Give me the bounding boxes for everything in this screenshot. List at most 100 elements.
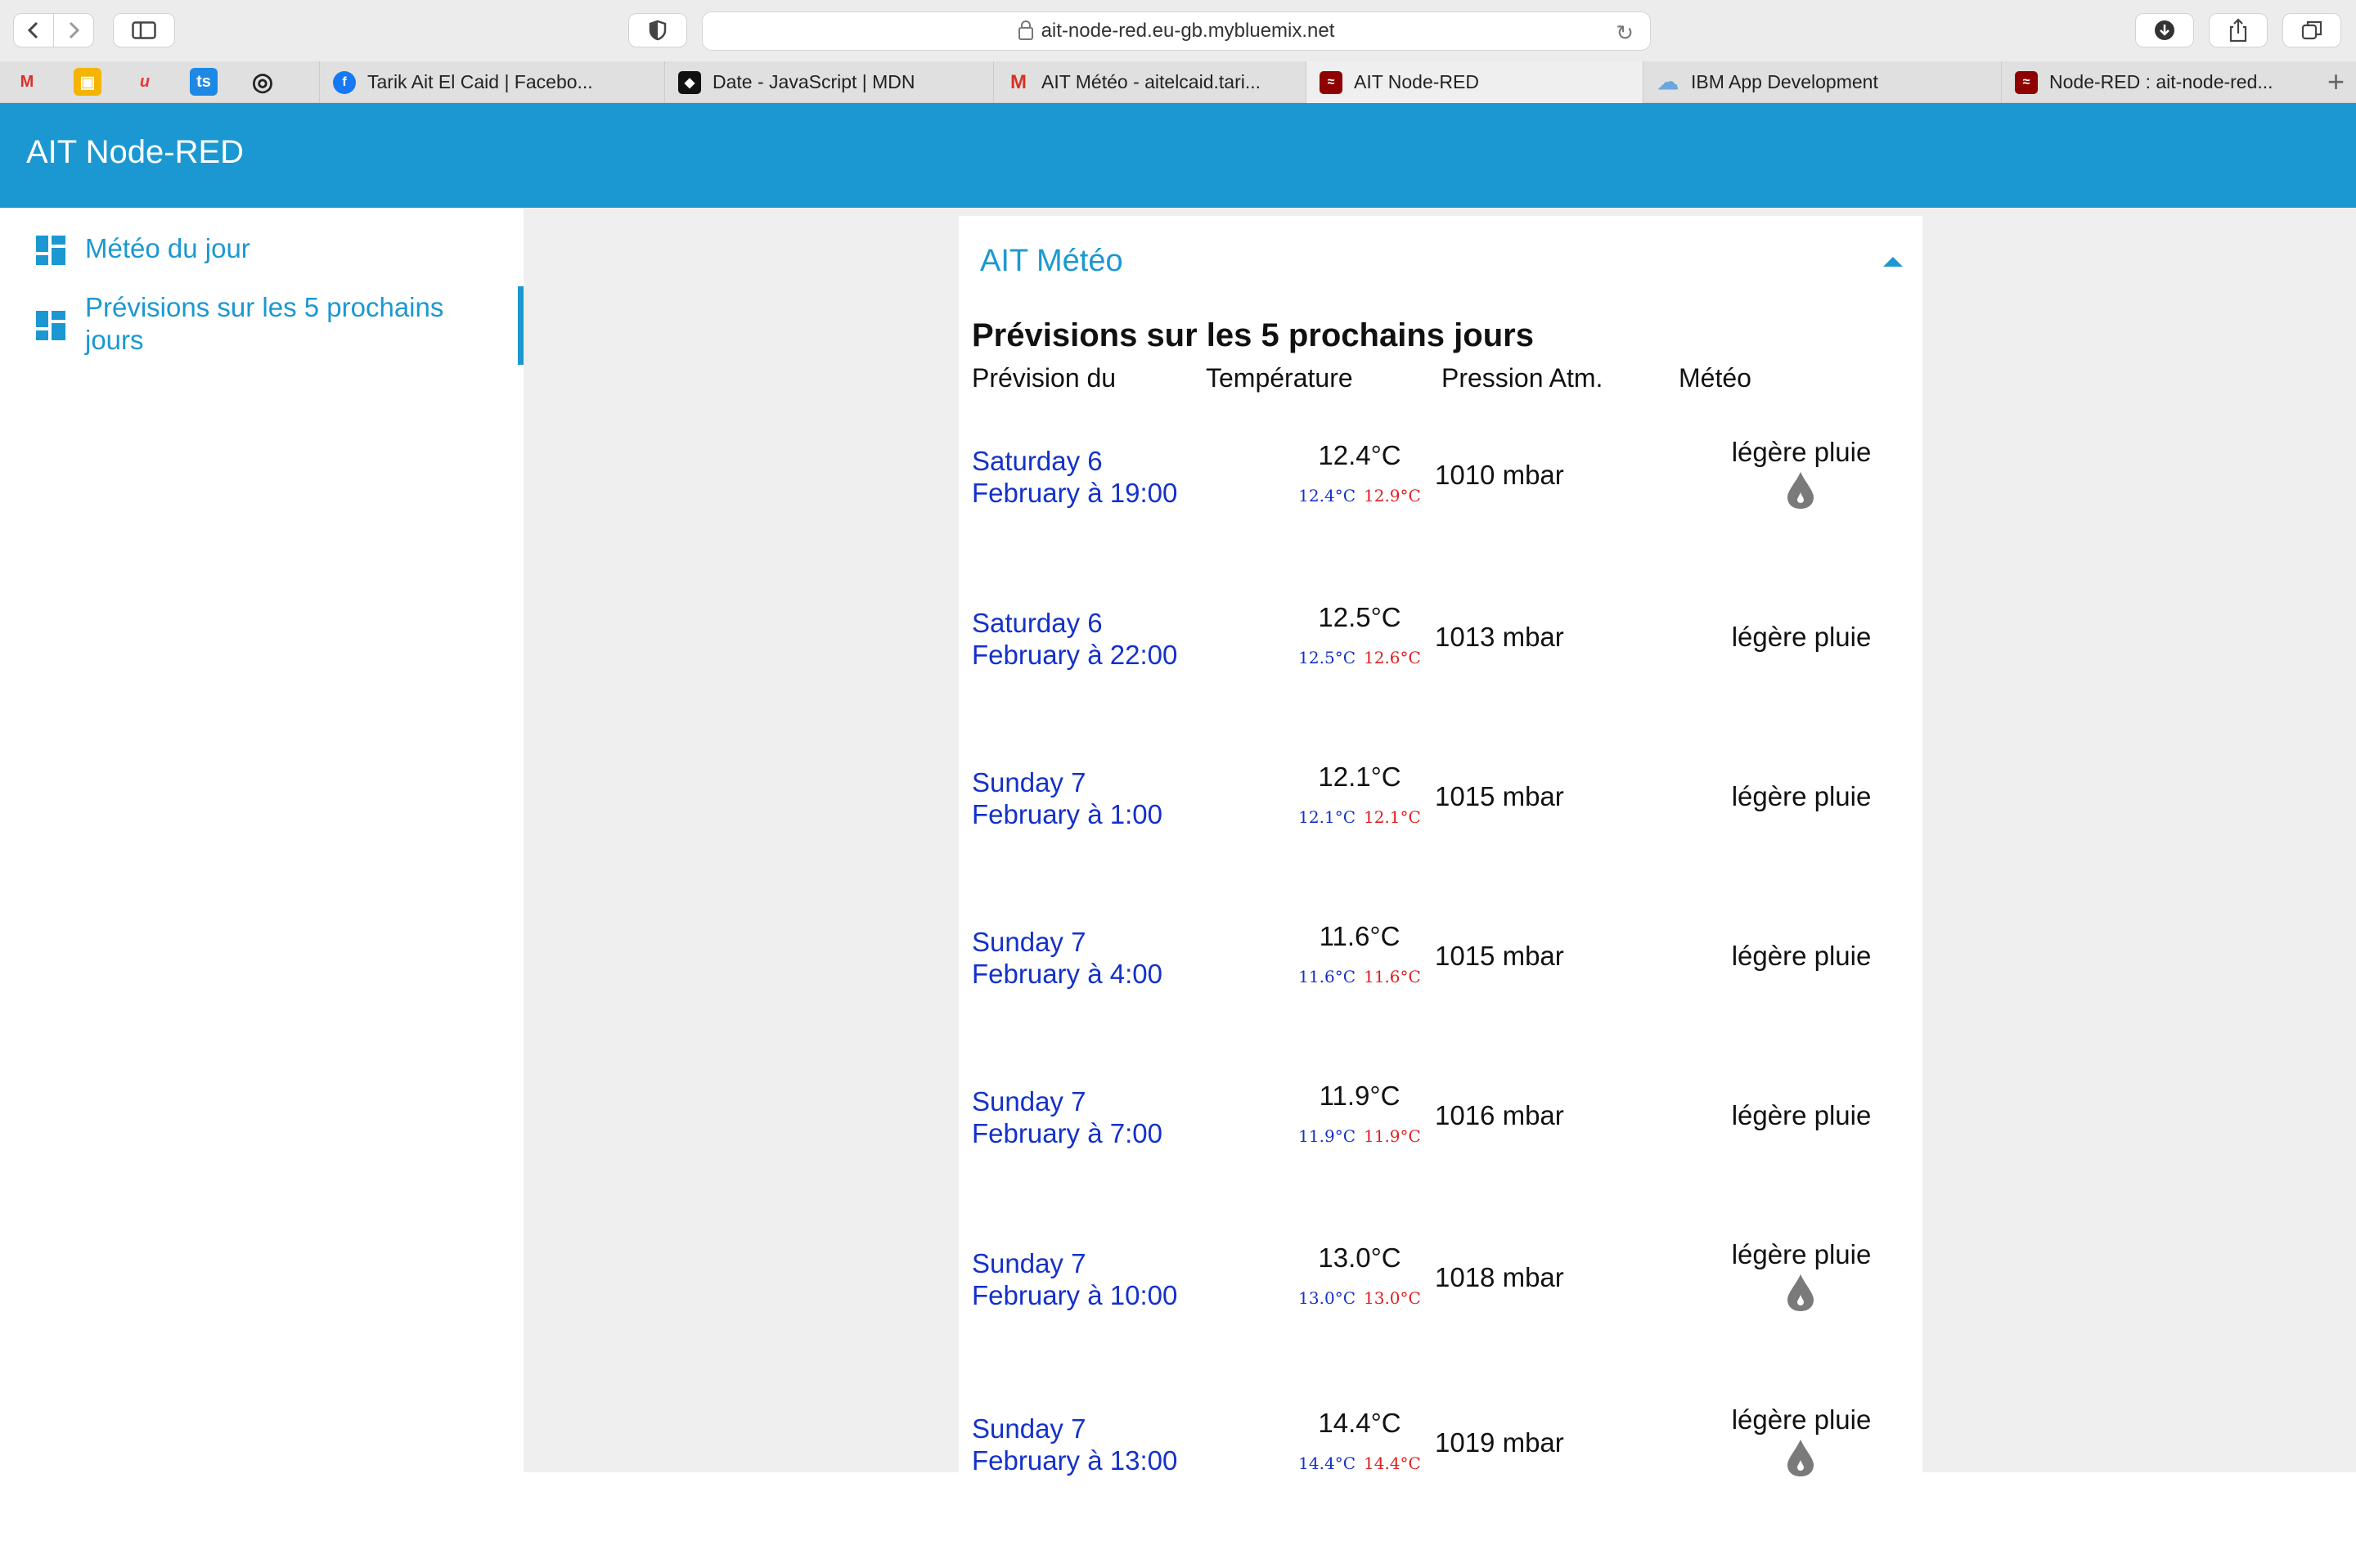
back-button[interactable] — [13, 13, 54, 47]
downloads-button[interactable] — [2135, 13, 2194, 47]
temp-min: 12.1°C — [1298, 807, 1356, 827]
temperature-range: 12.5°C 12.6°C — [1261, 648, 1458, 667]
temperature: 11.6°C — [1319, 921, 1401, 951]
meteo-description: légère pluie — [1731, 781, 1872, 811]
column-header-pressure: Pression Atm. — [1441, 363, 1603, 393]
date-line-time: February à 4:00 — [972, 959, 1162, 989]
temperature: 12.5°C — [1318, 602, 1401, 632]
date-line-day: Sunday 7 — [972, 1413, 1086, 1444]
sidebar-item-meteo-du-jour[interactable]: Météo du jour — [0, 232, 524, 273]
tab-mdn[interactable]: ◆ Date - JavaScript | MDN — [664, 61, 967, 103]
temperature-range: 12.4°C 12.9°C — [1261, 486, 1458, 505]
column-header-meteo: Météo — [1679, 363, 1751, 393]
tab-label: AIT Météo - aitelcaid.tari... — [1041, 71, 1261, 92]
reload-icon[interactable]: ↻ — [1616, 20, 1634, 46]
forecast-row: Sunday 7 February à 7:00 11.9°C 11.9°C 11.… — [959, 1081, 1922, 1241]
sidebar-toggle-button[interactable] — [113, 13, 175, 47]
meteo-description: légère pluie — [1731, 622, 1872, 652]
temperature-range: 14.4°C 14.4°C — [1261, 1453, 1458, 1473]
privacy-report-button[interactable] — [628, 13, 687, 47]
pressure: 1019 mbar — [1435, 1427, 1564, 1458]
browser-toolbar: ait-node-red.eu-gb.mybluemix.net ↻ — [0, 0, 2356, 62]
tab-ibm-app-development[interactable]: ☁ IBM App Development — [1643, 61, 1980, 103]
address-bar[interactable]: ait-node-red.eu-gb.mybluemix.net ↻ — [702, 11, 1651, 51]
temp-max: 12.6°C — [1364, 648, 1421, 667]
pinned-tab-ts[interactable]: ts — [190, 68, 218, 96]
temp-min: 12.5°C — [1298, 648, 1356, 667]
forecast-row: Saturday 6 February à 22:00 12.5°C 12.5°C… — [959, 602, 1922, 762]
meteo-description: légère pluie — [1731, 1239, 1872, 1269]
tab-gmail-ait-meteo[interactable]: M AIT Météo - aitelcaid.tari... — [993, 61, 1304, 103]
date-line-day: Sunday 7 — [972, 927, 1086, 957]
forward-button[interactable] — [53, 13, 94, 47]
app-header: AIT Node-RED — [0, 103, 2356, 208]
chevron-left-icon — [27, 21, 38, 39]
date-line-time: February à 10:00 — [972, 1280, 1178, 1310]
tab-label: IBM App Development — [1691, 71, 1878, 92]
temp-max: 12.1°C — [1364, 807, 1421, 827]
forecast-date: Sunday 7 February à 7:00 — [972, 1085, 1162, 1149]
tab-label: Tarik Ait El Caid | Facebo... — [367, 71, 593, 92]
forecast-date: Sunday 7 February à 1:00 — [972, 766, 1162, 830]
date-line-day: Sunday 7 — [972, 1248, 1086, 1278]
tab-ait-node-red[interactable]: ≈ AIT Node-RED — [1306, 61, 1643, 103]
browser-chrome: ait-node-red.eu-gb.mybluemix.net ↻ M ▣ u… — [0, 0, 2356, 103]
new-tab-button[interactable]: + — [2327, 65, 2345, 99]
card-title: AIT Météo — [980, 244, 1123, 278]
shield-icon — [649, 20, 667, 41]
tab-node-red-editor[interactable]: ≈ Node-RED : ait-node-red... — [2001, 61, 2312, 103]
classroom-icon: ▣ — [79, 73, 96, 92]
forecast-date: Sunday 7 February à 10:00 — [972, 1247, 1177, 1311]
sidebar-item-label: Météo du jour — [85, 233, 250, 263]
address-text: ait-node-red.eu-gb.mybluemix.net — [1041, 20, 1335, 42]
date-line-time: February à 22:00 — [972, 640, 1178, 670]
temperature-range: 12.1°C 12.1°C — [1261, 807, 1458, 827]
pinned-tab-classroom[interactable]: ▣ — [74, 68, 101, 96]
temp-min: 12.4°C — [1298, 486, 1356, 505]
facebook-icon: f — [333, 70, 356, 94]
ts-icon: ts — [196, 72, 211, 91]
temp-min: 11.9°C — [1298, 1126, 1356, 1146]
rain-drop-icon — [1787, 472, 1814, 509]
date-line-time: February à 13:00 — [972, 1445, 1178, 1476]
forecast-date: Saturday 6 February à 22:00 — [972, 607, 1177, 671]
tab-overview-button[interactable] — [2282, 13, 2341, 47]
share-icon — [2229, 18, 2247, 43]
temperature: 11.9°C — [1319, 1081, 1401, 1111]
tabs-icon — [2301, 20, 2322, 40]
pressure: 1013 mbar — [1435, 622, 1564, 652]
tab-label: AIT Node-RED — [1354, 71, 1479, 92]
forecast-row: Sunday 7 February à 1:00 12.1°C 12.1°C 12.… — [959, 762, 1922, 922]
gmail-icon: M — [1010, 70, 1027, 93]
temperature-range: 11.6°C 11.6°C — [1261, 967, 1458, 986]
share-button[interactable] — [2209, 13, 2268, 47]
active-indicator — [518, 286, 524, 365]
tab-facebook[interactable]: f Tarik Ait El Caid | Facebo... — [319, 61, 646, 103]
forecast-row: Sunday 7 February à 13:00 14.4°C 14.4°C 14… — [959, 1404, 1922, 1568]
temperature: 14.4°C — [1318, 1408, 1401, 1438]
sidebar: Météo du jour Prévisions sur les 5 proch… — [0, 208, 524, 1472]
pressure: 1010 mbar — [1435, 460, 1564, 490]
pinned-tab-gmail[interactable]: M — [13, 68, 41, 96]
temp-max: 12.9°C — [1364, 486, 1421, 505]
date-line-time: February à 1:00 — [972, 799, 1162, 829]
mdn-icon: ◆ — [678, 70, 701, 94]
sidebar-item-previsions[interactable]: Prévisions sur les 5 prochains jours — [0, 286, 524, 365]
pinned-tab-u[interactable]: u — [131, 68, 159, 96]
pressure: 1018 mbar — [1435, 1262, 1564, 1292]
date-line-day: Sunday 7 — [972, 1086, 1086, 1116]
meteo-description: légère pluie — [1731, 941, 1872, 971]
temp-min: 14.4°C — [1298, 1453, 1356, 1473]
instagram-icon: ◎ — [251, 68, 274, 96]
collapse-caret-icon[interactable] — [1883, 257, 1903, 267]
pinned-tab-instagram[interactable]: ◎ — [249, 68, 277, 96]
temp-max: 11.6°C — [1364, 967, 1421, 986]
column-header-date: Prévision du — [972, 363, 1117, 393]
pressure: 1015 mbar — [1435, 941, 1564, 971]
date-line-day: Saturday 6 — [972, 446, 1103, 476]
temp-max: 14.4°C — [1364, 1453, 1421, 1473]
chevron-right-icon — [69, 21, 80, 39]
main-content: AIT Météo Prévisions sur les 5 prochains… — [524, 208, 2356, 1480]
node-red-icon: ≈ — [1320, 70, 1342, 94]
sidebar-item-label: Prévisions sur les 5 prochains jours — [85, 292, 444, 355]
